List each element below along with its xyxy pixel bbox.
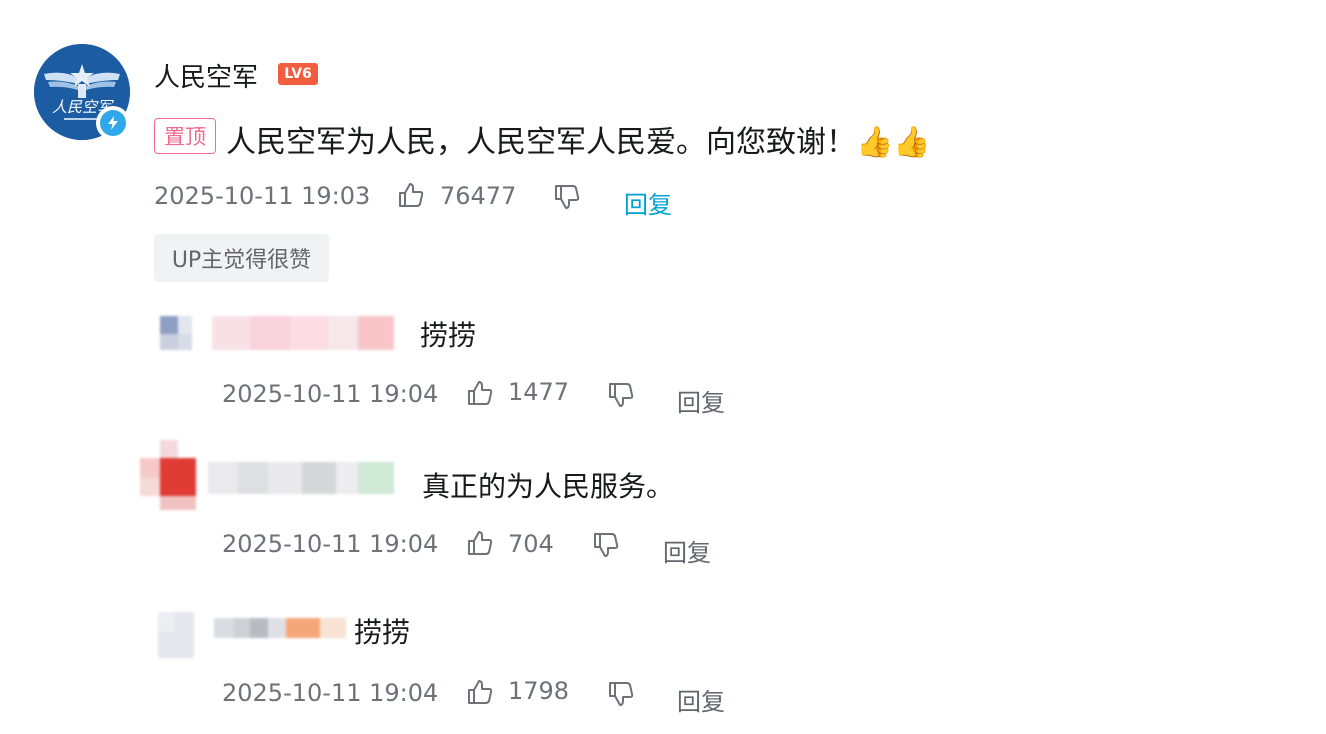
like-count: 76477	[440, 182, 517, 210]
reply-username[interactable]	[212, 316, 397, 356]
lightning-icon	[108, 116, 118, 130]
reply-text: 真正的为人民服务。	[422, 470, 675, 503]
dislike-button[interactable]	[552, 182, 582, 216]
up-liked-badge: UP主觉得很赞	[154, 234, 329, 282]
reply-text: 捞捞	[354, 616, 411, 649]
reply-username[interactable]	[214, 614, 350, 648]
thumbs-down-icon	[609, 682, 634, 706]
thumbs-down-icon	[594, 533, 619, 557]
like-button[interactable]	[396, 180, 426, 214]
reply-avatar[interactable]	[146, 308, 198, 360]
thumbs-down-icon	[609, 383, 634, 407]
verified-badge	[96, 106, 130, 140]
dislike-button[interactable]	[606, 679, 636, 713]
like-count: 1798	[508, 677, 570, 705]
username[interactable]: 人民空军	[154, 57, 258, 94]
reply-timestamp: 2025-10-11 19:04	[222, 380, 439, 408]
reply-avatar[interactable]	[146, 604, 198, 664]
like-count: 704	[508, 530, 554, 558]
thumbs-up-icon	[468, 381, 493, 405]
reply-button[interactable]: 回复	[663, 533, 711, 568]
comment-timestamp: 2025-10-11 19:03	[154, 182, 371, 210]
reply-button[interactable]: 回复	[677, 682, 725, 717]
thumbs-up-icon	[399, 183, 424, 207]
thumbs-up-icon	[468, 680, 493, 704]
thumbs-down-icon	[555, 185, 580, 209]
reply-timestamp: 2025-10-11 19:04	[222, 530, 439, 558]
like-count: 1477	[508, 378, 570, 406]
like-button[interactable]	[465, 677, 495, 711]
level-badge: LV6	[278, 63, 318, 85]
dislike-button[interactable]	[591, 530, 621, 564]
like-button[interactable]	[465, 378, 495, 412]
reply-username[interactable]	[208, 462, 398, 500]
reply-avatar[interactable]	[140, 440, 202, 518]
comment-text: 人民空军为人民，人民空军人民爱。向您致谢！👍👍	[226, 125, 931, 160]
reply-button[interactable]: 回复	[624, 185, 672, 220]
dislike-button[interactable]	[606, 380, 636, 414]
thumbs-up-icon	[468, 531, 493, 555]
reply-timestamp: 2025-10-11 19:04	[222, 679, 439, 707]
reply-button[interactable]: 回复	[677, 383, 725, 418]
pinned-badge: 置顶	[154, 118, 216, 154]
reply-text: 捞捞	[420, 319, 477, 352]
like-button[interactable]	[465, 528, 495, 562]
